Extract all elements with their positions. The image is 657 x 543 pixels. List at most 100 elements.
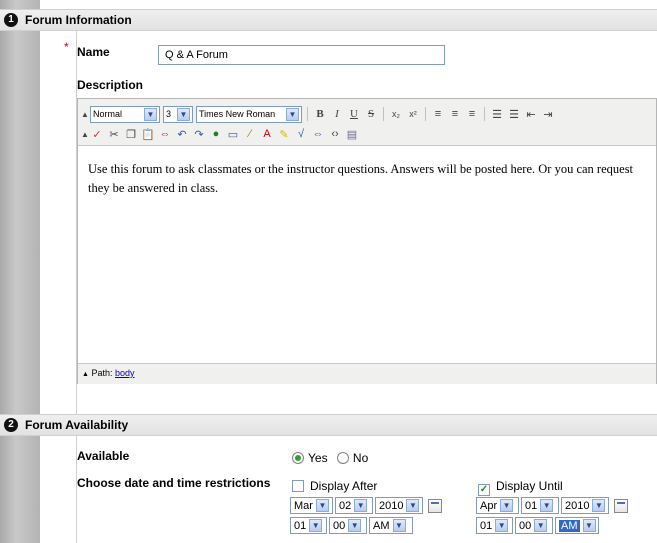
required-mark: * bbox=[64, 40, 69, 54]
after-minute-select[interactable]: 00 ▼ bbox=[329, 517, 367, 534]
restrictions-label: Choose date and time restrictions bbox=[77, 476, 271, 490]
background-left bbox=[0, 0, 40, 543]
table-icon[interactable]: ▭ bbox=[226, 128, 240, 141]
until-ampm-value: AM bbox=[559, 519, 580, 532]
chevron-down-icon: ▼ bbox=[534, 519, 548, 532]
chevron-down-icon: ▼ bbox=[348, 519, 362, 532]
after-month-value: Mar bbox=[294, 499, 313, 512]
after-hour-select[interactable]: 01 ▼ bbox=[290, 517, 327, 534]
toolbar-divider bbox=[484, 107, 485, 121]
calendar-icon[interactable] bbox=[614, 498, 628, 513]
section-header-forum-information: 1 Forum Information bbox=[0, 9, 657, 31]
subscript-icon[interactable]: x₂ bbox=[389, 109, 403, 119]
pen-icon[interactable]: ∕ bbox=[243, 128, 257, 140]
chevron-down-icon: ▼ bbox=[144, 107, 157, 121]
editor-body[interactable]: Use this forum to ask classmates or the … bbox=[78, 146, 656, 363]
paste-icon[interactable]: 📋 bbox=[141, 128, 155, 141]
after-ampm-select[interactable]: AM ▼ bbox=[369, 517, 413, 534]
collapse-icon[interactable]: ▲ bbox=[81, 130, 89, 139]
section-title: Forum Availability bbox=[25, 418, 129, 432]
available-yes-radio[interactable] bbox=[292, 452, 304, 464]
italic-icon[interactable]: I bbox=[330, 108, 344, 120]
available-radio-group: Yes No bbox=[292, 451, 368, 465]
chevron-down-icon: ▼ bbox=[286, 107, 299, 121]
path-label: Path: bbox=[91, 368, 113, 378]
superscript-icon[interactable]: x² bbox=[406, 109, 420, 119]
until-month-select[interactable]: Apr ▼ bbox=[476, 497, 519, 514]
highlight-icon[interactable]: ✎ bbox=[277, 128, 291, 141]
description-editor[interactable]: ▲ Normal ▼ 3 ▼ Times New Roman ▼ B I U S… bbox=[77, 98, 657, 384]
path-link-body[interactable]: body bbox=[115, 368, 135, 378]
embed-icon[interactable]: ⇔ bbox=[311, 128, 325, 140]
link-icon[interactable]: ⇔ bbox=[158, 128, 172, 140]
toolbar-row-2: ▲ ✓ ✂ ❐ 📋 ⇔ ↶ ↷ ● ▭ ∕ A ✎ √ ⇔ ‹› ▤ bbox=[81, 124, 359, 144]
undo-icon[interactable]: ↶ bbox=[175, 128, 189, 141]
until-hour-value: 01 bbox=[480, 519, 493, 532]
display-after-time: 01 ▼ 00 ▼ AM ▼ bbox=[290, 517, 413, 534]
name-input[interactable]: Q & A Forum bbox=[158, 45, 445, 65]
display-after-checkbox[interactable] bbox=[292, 480, 304, 492]
after-year-select[interactable]: 2010 ▼ bbox=[375, 497, 423, 514]
indent-icon[interactable]: ⇥ bbox=[541, 108, 555, 121]
step-number-1: 1 bbox=[4, 13, 18, 27]
preview-icon[interactable]: ▤ bbox=[345, 128, 359, 141]
display-until-option: ✓ Display Until bbox=[478, 479, 563, 496]
strikethrough-icon[interactable]: S bbox=[364, 108, 378, 120]
after-month-select[interactable]: Mar ▼ bbox=[290, 497, 333, 514]
name-label: Name bbox=[77, 45, 110, 59]
collapse-icon[interactable]: ▲ bbox=[82, 371, 89, 378]
after-ampm-value: AM bbox=[373, 519, 390, 532]
until-minute-select[interactable]: 00 ▼ bbox=[515, 517, 553, 534]
size-select[interactable]: 3 ▼ bbox=[163, 105, 193, 123]
html-source-icon[interactable]: ‹› bbox=[328, 128, 342, 140]
collapse-icon[interactable]: ▲ bbox=[81, 110, 89, 119]
bullet-list-icon[interactable]: ☰ bbox=[507, 108, 521, 121]
section-header-forum-availability: 2 Forum Availability bbox=[0, 414, 657, 436]
ordered-list-icon[interactable]: ☰ bbox=[490, 108, 504, 121]
format-select[interactable]: Normal ▼ bbox=[90, 105, 160, 123]
toolbar-divider bbox=[425, 107, 426, 121]
step-number-2: 2 bbox=[4, 418, 18, 432]
spellcheck-icon[interactable]: ✓ bbox=[90, 128, 104, 141]
font-select[interactable]: Times New Roman ▼ bbox=[196, 105, 302, 123]
bold-icon[interactable]: B bbox=[313, 108, 327, 120]
until-month-value: Apr bbox=[480, 499, 498, 512]
redo-icon[interactable]: ↷ bbox=[192, 128, 206, 141]
until-ampm-select[interactable]: AM ▼ bbox=[555, 517, 599, 534]
chevron-down-icon: ▼ bbox=[392, 519, 406, 532]
until-hour-select[interactable]: 01 ▼ bbox=[476, 517, 513, 534]
available-no-label: No bbox=[352, 451, 369, 465]
section-title: Forum Information bbox=[25, 13, 132, 27]
underline-icon[interactable]: U bbox=[347, 108, 361, 120]
chevron-down-icon: ▼ bbox=[315, 499, 329, 512]
align-center-icon[interactable]: ≡ bbox=[448, 108, 462, 120]
until-year-value: 2010 bbox=[565, 499, 590, 512]
editor-status-bar: ▲ Path: body bbox=[78, 363, 656, 384]
align-left-icon[interactable]: ≡ bbox=[431, 108, 445, 120]
toolbar-row-1: ▲ Normal ▼ 3 ▼ Times New Roman ▼ B I U S… bbox=[81, 104, 555, 124]
display-after-date: Mar ▼ 02 ▼ 2010 ▼ bbox=[290, 497, 442, 514]
display-after-label: Display After bbox=[310, 479, 378, 493]
after-day-select[interactable]: 02 ▼ bbox=[335, 497, 373, 514]
after-day-value: 02 bbox=[339, 499, 352, 512]
font-select-value: Times New Roman bbox=[199, 109, 276, 119]
outdent-icon[interactable]: ⇤ bbox=[524, 108, 538, 121]
until-year-select[interactable]: 2010 ▼ bbox=[561, 497, 609, 514]
text-color-icon[interactable]: A bbox=[260, 128, 274, 140]
until-day-select[interactable]: 01 ▼ bbox=[521, 497, 559, 514]
cut-icon[interactable]: ✂ bbox=[107, 128, 121, 141]
calendar-icon[interactable] bbox=[428, 498, 442, 513]
image-icon[interactable]: ● bbox=[209, 128, 223, 140]
chevron-down-icon: ▼ bbox=[500, 499, 514, 512]
available-no-radio[interactable] bbox=[336, 452, 349, 464]
display-until-checkbox[interactable]: ✓ bbox=[478, 484, 490, 496]
equation-icon[interactable]: √ bbox=[294, 128, 308, 140]
align-right-icon[interactable]: ≡ bbox=[465, 108, 479, 120]
chevron-down-icon: ▼ bbox=[540, 499, 554, 512]
chevron-down-icon: ▼ bbox=[354, 499, 368, 512]
copy-icon[interactable]: ❐ bbox=[124, 128, 138, 141]
editor-toolbar: ▲ Normal ▼ 3 ▼ Times New Roman ▼ B I U S… bbox=[78, 99, 656, 146]
display-after-option: Display After bbox=[292, 479, 377, 493]
description-label: Description bbox=[77, 78, 144, 92]
after-year-value: 2010 bbox=[379, 499, 404, 512]
